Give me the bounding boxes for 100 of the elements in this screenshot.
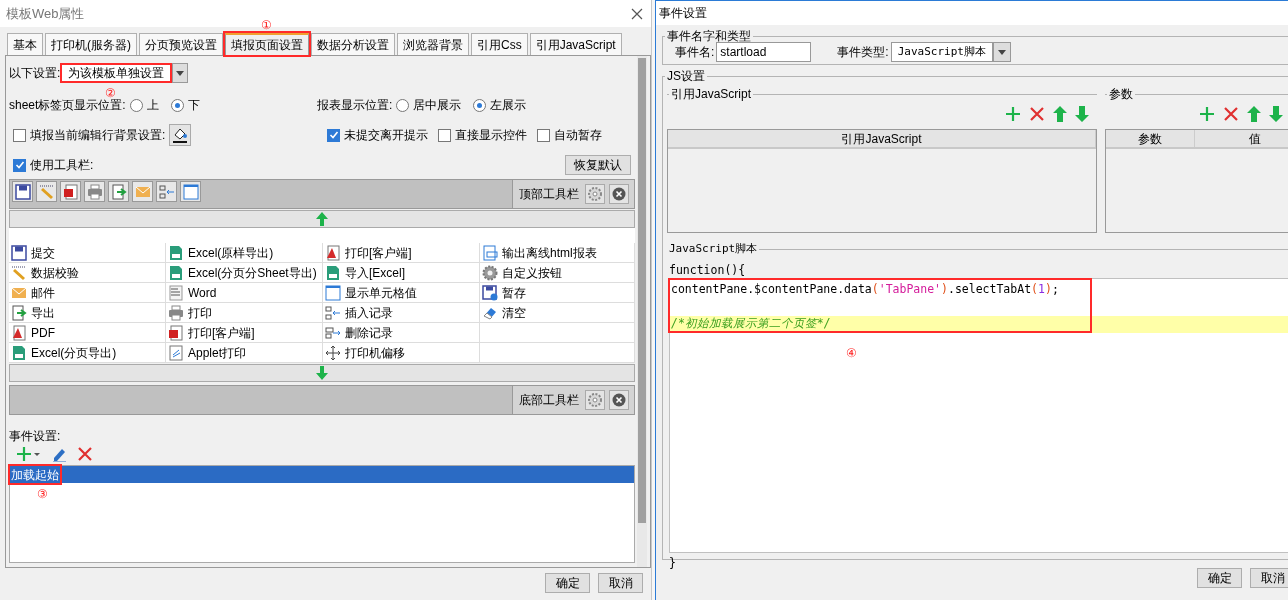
add-dropdown-icon[interactable] xyxy=(17,446,41,462)
checkbox[interactable] xyxy=(327,128,340,142)
toolbar-button-item[interactable]: 删除记录 xyxy=(325,323,393,342)
group-label: 参数 xyxy=(1108,86,1134,103)
toolbar-button-item[interactable]: 打印 xyxy=(168,303,212,322)
column-header[interactable]: 参数 xyxy=(1106,130,1195,147)
add-icon[interactable] xyxy=(1199,106,1215,122)
group-label: JavaScript脚本 xyxy=(668,241,759,257)
dropdown[interactable]: 为该模板单独设置 xyxy=(60,63,173,83)
toolbar-button-item[interactable]: Word xyxy=(168,283,217,302)
tab[interactable]: 分页预览设置 xyxy=(139,33,223,55)
code-line: /*初始加载展示第二个页签*/ xyxy=(671,315,831,333)
document-icon xyxy=(168,324,184,341)
toolbar-button-item[interactable]: 提交 xyxy=(11,243,55,262)
move-down-icon[interactable] xyxy=(1269,106,1283,122)
toolbar-button-item[interactable]: 清空 xyxy=(482,303,526,322)
toolbar-button-item[interactable]: 暂存 xyxy=(482,283,526,302)
tab[interactable]: 引用Css xyxy=(471,33,528,55)
toolbar-button-item[interactable]: 导入[Excel] xyxy=(325,263,405,282)
toolbar-button[interactable] xyxy=(108,181,129,202)
checkbox[interactable] xyxy=(537,128,550,142)
toolbar-label: 底部工具栏 xyxy=(519,392,579,409)
checkbox-label: 直接显示控件 xyxy=(455,127,527,144)
dialog-button[interactable]: 确定 xyxy=(545,573,590,593)
checkbox[interactable] xyxy=(13,128,26,142)
list-item[interactable]: 加载起始 xyxy=(10,466,60,483)
option-label: 下 xyxy=(187,97,200,114)
field-label: 以下设置: xyxy=(9,65,61,82)
dropdown[interactable]: JavaScript脚本 xyxy=(890,42,993,62)
callout-number: ① xyxy=(261,19,272,31)
tab[interactable]: 数据分析设置 xyxy=(311,33,395,55)
toolbar-button-item[interactable]: 显示单元格值 xyxy=(325,283,417,302)
toolbar-button-item[interactable]: 打印[客户端] xyxy=(325,243,412,262)
field-label: 事件名: xyxy=(675,44,715,61)
dialog-button[interactable]: 确定 xyxy=(1197,568,1242,588)
toolbar-button[interactable] xyxy=(84,181,105,202)
move-up-icon[interactable] xyxy=(1053,106,1067,122)
dialog-button[interactable]: 恢复默认 xyxy=(565,155,631,175)
dialog-button[interactable]: 取消 xyxy=(1250,568,1288,588)
move-up-icon[interactable] xyxy=(1247,106,1261,122)
tab[interactable]: 打印机(服务器) xyxy=(45,33,137,55)
tab[interactable]: 引用JavaScript xyxy=(529,33,622,55)
delete-icon[interactable] xyxy=(1029,106,1045,122)
tab[interactable]: 基本 xyxy=(7,33,43,55)
name-field[interactable]: startload xyxy=(716,42,812,62)
radio-button[interactable] xyxy=(129,98,143,112)
toolbar-button-item[interactable]: Excel(分页分Sheet导出) xyxy=(168,263,317,282)
close-icon[interactable] xyxy=(631,7,643,20)
spreadsheet-icon xyxy=(168,264,184,281)
group-label: 引用JavaScript xyxy=(670,86,753,103)
up-arrow-icon[interactable] xyxy=(316,212,328,226)
toolbar-button-item[interactable]: 数据校验 xyxy=(11,263,79,282)
paint-bucket-icon[interactable] xyxy=(169,124,192,146)
gear-icon[interactable] xyxy=(585,184,605,204)
checkbox-label: 自动暂存 xyxy=(554,127,602,144)
delete-icon[interactable] xyxy=(77,446,93,462)
toolbar-button-item[interactable]: 自定义按钮 xyxy=(482,263,562,282)
tab[interactable]: 浏览器背景 xyxy=(397,33,469,55)
scrollbar-thumb[interactable] xyxy=(638,58,646,523)
dialog-button[interactable]: 取消 xyxy=(598,573,643,593)
toolbar-button[interactable] xyxy=(180,181,201,202)
toolbar-button-item[interactable]: PDF xyxy=(11,323,55,342)
insert-row-icon xyxy=(325,304,341,321)
toolbar-button-item[interactable]: Applet打印 xyxy=(168,343,247,362)
checkbox[interactable] xyxy=(438,128,451,142)
toolbar-button-item[interactable]: 插入记录 xyxy=(325,303,393,322)
code-line: function(){ xyxy=(668,261,747,278)
delete-icon[interactable] xyxy=(1223,106,1239,122)
column-header[interactable]: 引用JavaScript xyxy=(668,130,1096,147)
toolbar-button[interactable] xyxy=(60,181,81,202)
toolbar-button-item[interactable]: Excel(原样导出) xyxy=(168,243,274,262)
radio-button[interactable] xyxy=(170,98,184,112)
down-arrow-icon[interactable] xyxy=(316,366,328,380)
close-icon[interactable] xyxy=(609,184,629,204)
close-icon[interactable] xyxy=(609,390,629,410)
toolbar-button-item[interactable]: 邮件 xyxy=(11,283,55,302)
checkbox[interactable] xyxy=(13,158,26,172)
document-icon xyxy=(62,183,79,200)
callout-number: ④ xyxy=(846,346,857,359)
toolbar-button[interactable] xyxy=(12,181,33,202)
gear-icon[interactable] xyxy=(585,390,605,410)
document-icon xyxy=(482,244,498,261)
toolbar-button-item[interactable]: 输出离线html报表 xyxy=(482,243,597,262)
edit-pencil-icon[interactable] xyxy=(51,446,67,462)
toolbar-button-item[interactable]: Excel(分页导出) xyxy=(11,343,117,362)
toolbar-button-item[interactable]: 打印[客户端] xyxy=(168,323,255,342)
field-label: 事件类型: xyxy=(837,44,889,61)
printer-icon xyxy=(168,304,184,321)
column-header[interactable]: 值 xyxy=(1195,130,1288,147)
code-editor[interactable]: contentPane.$contentPane.data('TabPane').selectTabAt(1); /*初始加载展示第二个页签*/ ④ xyxy=(669,277,1288,553)
radio-button[interactable] xyxy=(396,98,410,112)
code-line: } xyxy=(668,554,677,572)
toolbar-button-item[interactable]: 打印机偏移 xyxy=(325,343,405,362)
move-down-icon[interactable] xyxy=(1075,106,1089,122)
radio-button[interactable] xyxy=(473,98,487,112)
callout-number: ② xyxy=(105,87,117,99)
add-icon[interactable] xyxy=(1005,106,1021,122)
toolbar-button-item[interactable]: 导出 xyxy=(11,303,55,322)
window-icon xyxy=(325,284,341,301)
toolbar-button[interactable] xyxy=(156,181,177,202)
